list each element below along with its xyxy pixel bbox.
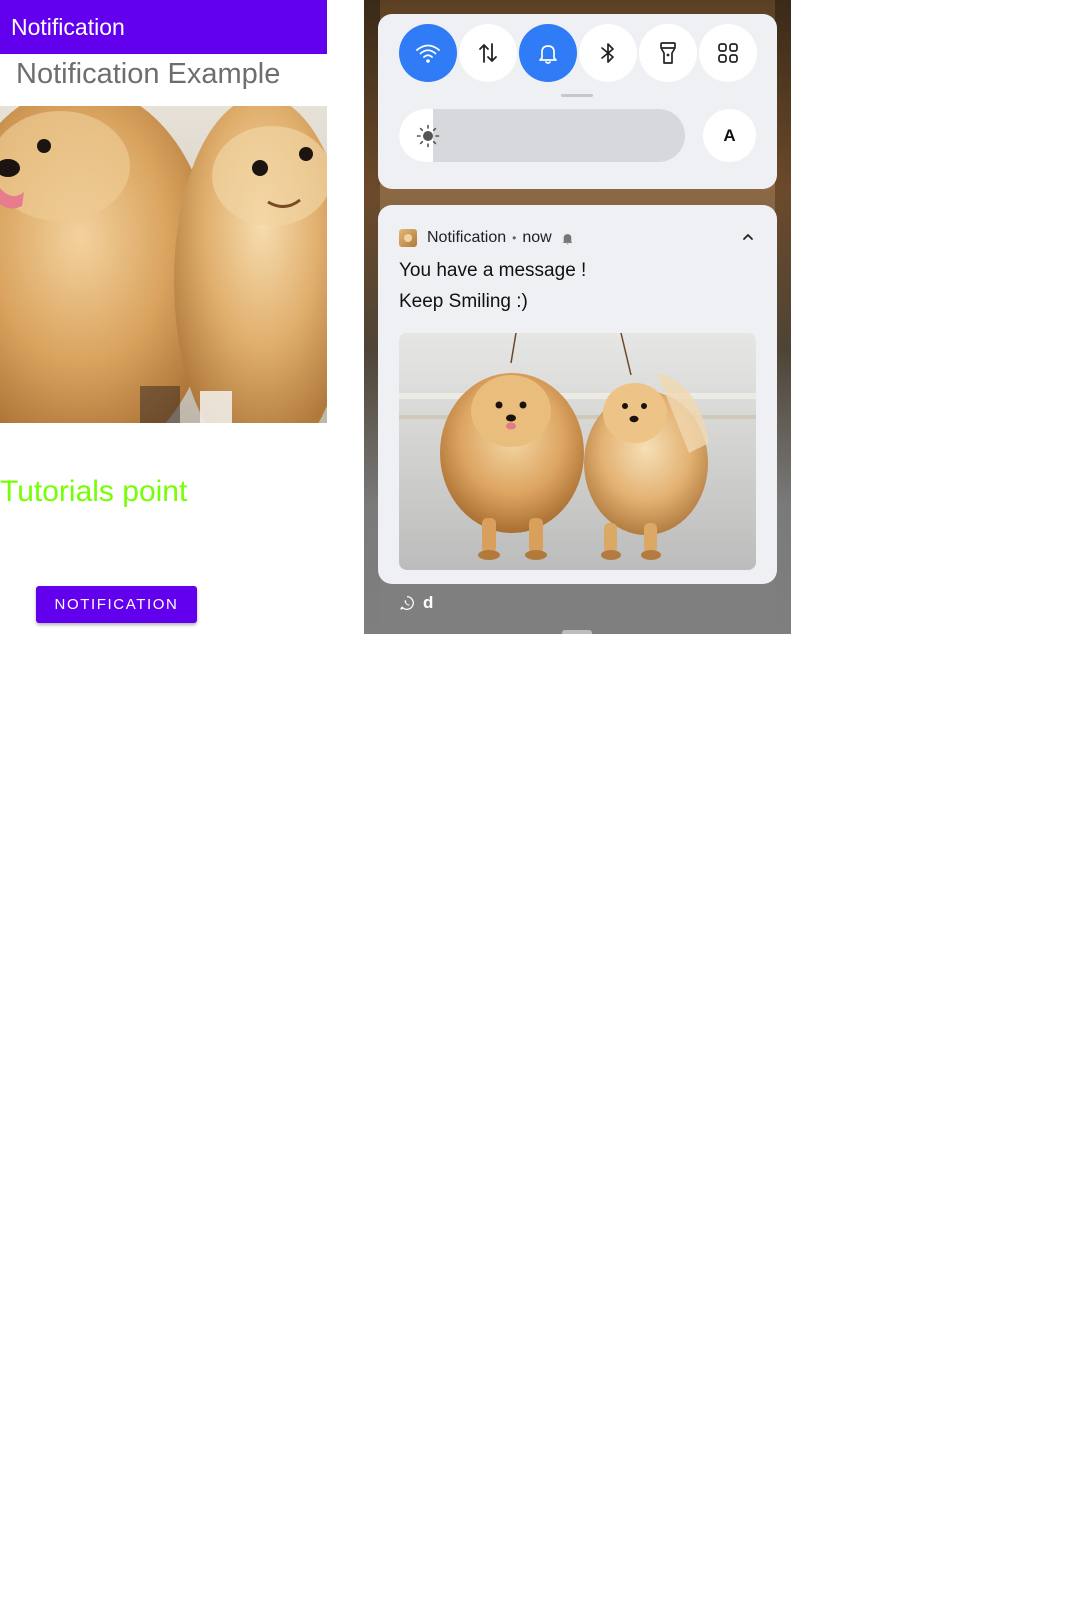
whatsapp-icon xyxy=(400,596,414,610)
alerting-bell-icon xyxy=(562,233,573,244)
status-icons-row: d xyxy=(399,593,433,613)
tile-bluetooth[interactable] xyxy=(579,24,637,82)
status-letter: d xyxy=(423,593,434,612)
tile-flashlight[interactable] xyxy=(639,24,697,82)
bluetooth-icon xyxy=(601,43,614,63)
flashlight-icon xyxy=(660,42,676,64)
quick-settings-panel: A xyxy=(378,14,777,189)
notification-title: You have a message ! xyxy=(399,260,587,281)
notification-card[interactable]: Notification • now You have a message ! … xyxy=(378,205,777,584)
notification-header: Notification • now xyxy=(399,228,574,248)
tile-mobile-data[interactable] xyxy=(459,24,517,82)
wallpaper-edge xyxy=(775,0,791,634)
brightness-slider[interactable] xyxy=(399,109,685,162)
app-bar-title: Notification xyxy=(0,0,327,54)
app-screen: Notification Notification Example Tutori… xyxy=(0,0,327,634)
drag-handle[interactable] xyxy=(561,94,593,97)
notification-app-name: Notification xyxy=(427,229,507,246)
notification-button[interactable]: NOTIFICATION xyxy=(36,586,197,623)
brightness-icon xyxy=(416,124,440,148)
collapse-chevron-icon[interactable] xyxy=(741,230,755,244)
data-arrows-icon xyxy=(479,43,497,63)
tile-sound[interactable] xyxy=(519,24,577,82)
header-separator: • xyxy=(512,231,517,245)
wifi-icon xyxy=(416,44,440,63)
grid-icon xyxy=(718,43,738,63)
dog-photo xyxy=(0,106,327,423)
app-icon xyxy=(399,229,417,247)
brand-text: Tutorials point xyxy=(0,475,188,508)
tile-wifi[interactable] xyxy=(399,24,457,82)
bell-icon xyxy=(539,45,557,64)
page-heading: Notification Example xyxy=(16,58,281,90)
tile-more[interactable] xyxy=(699,24,757,82)
shade-handle[interactable] xyxy=(562,630,592,634)
notification-shade: A Notification • now You have a message … xyxy=(364,0,791,634)
auto-brightness-button[interactable]: A xyxy=(703,109,756,162)
notification-big-picture xyxy=(399,333,756,570)
notification-time: now xyxy=(522,229,552,246)
notification-text: Keep Smiling :) xyxy=(399,291,528,312)
